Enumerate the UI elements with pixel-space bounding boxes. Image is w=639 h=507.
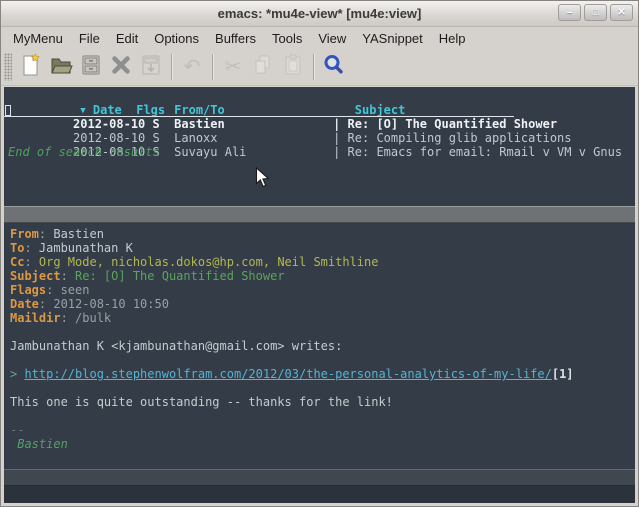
headers-column-row: ▼ Date FlgsFrom/ToSubject (4, 89, 635, 103)
footnote-ref: [1] (552, 367, 574, 381)
body-intro: Jambunathan K <kjambunathan@gmail.com> w… (10, 339, 635, 353)
blank-line (10, 325, 635, 339)
mouse-cursor (255, 167, 270, 193)
row-subject: | Re: Emacs for email: Rmail v VM v Gnus (333, 145, 622, 159)
field-from: From:Bastien (10, 227, 635, 241)
row-subject: | Re: [O] The Quantified Shower (333, 117, 557, 131)
quote-mark: > (10, 367, 17, 381)
open-folder-icon (49, 53, 73, 82)
field-subject: Subject:Re: [O] The Quantified Shower (10, 269, 635, 283)
window-controls: – □ ✕ (558, 4, 633, 21)
save-as-icon (139, 53, 163, 82)
field-maildir: Maildir:/bulk (10, 311, 635, 325)
text-cursor (5, 105, 11, 116)
menu-tools[interactable]: Tools (264, 29, 310, 48)
menu-buffers[interactable]: Buffers (207, 29, 264, 48)
row-date: 2012-08-10 S (66, 117, 174, 131)
save-as-button (136, 52, 166, 82)
undo-icon: ↶ (184, 57, 201, 77)
menu-file[interactable]: File (71, 29, 108, 48)
close-buffer-button[interactable] (106, 52, 136, 82)
search-button[interactable] (319, 52, 349, 82)
paste-icon (281, 53, 305, 82)
save-buffer-button[interactable] (76, 52, 106, 82)
title-bar[interactable]: emacs: *mu4e-view* [mu4e:view] – □ ✕ (1, 1, 638, 27)
new-file-icon (19, 53, 43, 82)
blank-line (10, 381, 635, 395)
mu4e-headers-window: ▼ Date FlgsFrom/ToSubject 2012-08-10 SBa… (4, 87, 635, 206)
copy-button (248, 52, 278, 82)
close-x-icon (110, 54, 132, 81)
menu-mymenu[interactable]: MyMenu (5, 29, 71, 48)
toolbar-separator (313, 54, 314, 80)
maximize-button[interactable]: □ (584, 4, 607, 21)
row-date: 2012-08-10 S (66, 131, 174, 145)
menu-view[interactable]: View (310, 29, 354, 48)
toolbar-separator (171, 54, 172, 80)
menu-options[interactable]: Options (146, 29, 207, 48)
row-from: Suvayu Ali (174, 145, 333, 159)
field-date: Date:2012-08-10 10:50 (10, 297, 635, 311)
new-file-button[interactable] (16, 52, 46, 82)
row-from: Lanoxx (174, 131, 333, 145)
field-flags: Flags:seen (10, 283, 635, 297)
blank-line (10, 353, 635, 367)
field-to: To:Jambunathan K (10, 241, 635, 255)
paste-button (278, 52, 308, 82)
minimize-button[interactable]: – (558, 4, 581, 21)
menu-help[interactable]: Help (431, 29, 474, 48)
save-icon (79, 53, 103, 82)
signature: Bastien (10, 437, 635, 451)
open-file-button[interactable] (46, 52, 76, 82)
emacs-frame: ▼ Date FlgsFrom/ToSubject 2012-08-10 SBa… (4, 87, 635, 503)
toolbar-drag-handle[interactable] (4, 53, 12, 81)
field-cc: Cc:Org Mode, nicholas.dokos@hp.com, Neil… (10, 255, 635, 269)
headers-mode-line[interactable]: *mu4e-headers*( 1, 0)[All/275][mu4e-head… (4, 206, 635, 223)
menu-yasnippet[interactable]: YASnippet (354, 29, 430, 48)
body-link[interactable]: http://blog.stephenwolfram.com/2012/03/t… (24, 367, 551, 381)
undo-button: ↶ (177, 52, 207, 82)
view-mode-line[interactable]: *mu4e-view*( 1, 0)[All/372][mu4e:view][I… (4, 469, 635, 486)
tool-bar: ↶ ✂ (1, 49, 638, 86)
cut-icon: ✂ (225, 57, 242, 77)
quoted-link-line: > http://blog.stephenwolfram.com/2012/03/… (10, 367, 635, 381)
cut-button: ✂ (218, 52, 248, 82)
echo-area[interactable] (4, 486, 635, 503)
emacs-window: emacs: *mu4e-view* [mu4e:view] – □ ✕ MyM… (0, 0, 639, 507)
row-subject: | Re: Compiling glib applications (333, 131, 571, 145)
blank-line (10, 409, 635, 423)
copy-icon (251, 53, 275, 82)
header-row-selected[interactable]: 2012-08-10 SBastien| Re: [O] The Quantif… (4, 103, 635, 117)
search-icon (322, 53, 346, 82)
body-comment: This one is quite outstanding -- thanks … (10, 395, 635, 409)
close-button[interactable]: ✕ (610, 4, 633, 21)
window-title: emacs: *mu4e-view* [mu4e:view] (1, 6, 638, 21)
signature-separator: -- (10, 423, 635, 437)
row-from: Bastien (174, 117, 333, 131)
mu4e-view-window: From:Bastien To:Jambunathan K Cc:Org Mod… (4, 223, 635, 469)
toolbar-separator (212, 54, 213, 80)
menu-edit[interactable]: Edit (108, 29, 146, 48)
menu-bar: MyMenu File Edit Options Buffers Tools V… (1, 27, 638, 49)
